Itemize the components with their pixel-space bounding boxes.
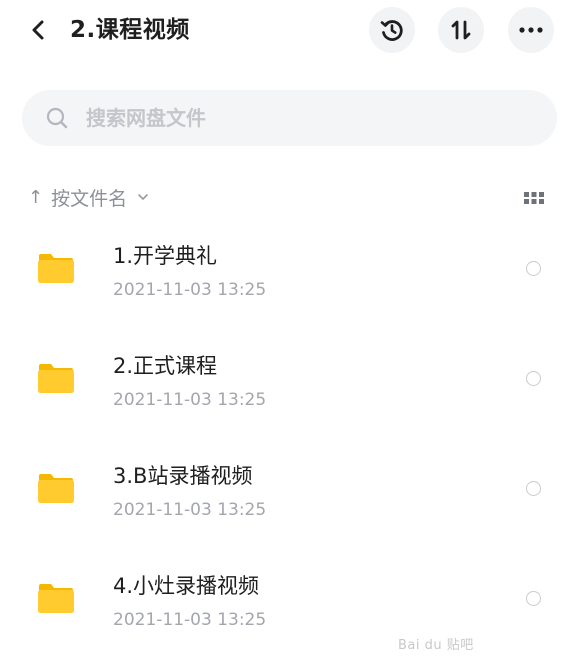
sort-button[interactable] bbox=[438, 7, 484, 53]
page-title: 2.课程视频 bbox=[70, 17, 190, 43]
watermark: Bai du 贴吧 bbox=[398, 638, 474, 653]
file-date: 2021-11-03 13:25 bbox=[113, 610, 267, 630]
select-radio[interactable] bbox=[526, 371, 541, 386]
file-date: 2021-11-03 13:25 bbox=[113, 280, 267, 300]
chevron-left-icon bbox=[32, 20, 44, 40]
folder-icon bbox=[38, 254, 74, 283]
search-bar[interactable] bbox=[22, 90, 557, 146]
grid-view-icon[interactable] bbox=[522, 188, 546, 208]
file-date: 2021-11-03 13:25 bbox=[113, 500, 267, 520]
select-radio[interactable] bbox=[526, 261, 541, 276]
file-date: 2021-11-03 13:25 bbox=[113, 390, 267, 410]
top-bar: 2.课程视频 bbox=[0, 0, 580, 62]
select-radio[interactable] bbox=[526, 591, 541, 606]
select-radio[interactable] bbox=[526, 481, 541, 496]
history-button[interactable] bbox=[369, 7, 415, 53]
sort-label: 按文件名 bbox=[51, 187, 128, 210]
folder-icon bbox=[38, 584, 74, 613]
more-button[interactable] bbox=[508, 7, 554, 53]
folder-icon bbox=[38, 364, 74, 393]
sort-arrows-icon bbox=[451, 20, 471, 40]
back-button[interactable] bbox=[22, 14, 54, 46]
file-row[interactable]: 1.开学典礼 2021-11-03 13:25 bbox=[0, 226, 580, 326]
history-icon bbox=[380, 20, 403, 41]
file-name: 1.开学典礼 bbox=[113, 244, 218, 268]
file-name: 3.B站录播视频 bbox=[113, 464, 253, 488]
chevron-down-icon bbox=[137, 190, 149, 205]
file-name: 4.小灶录播视频 bbox=[113, 574, 260, 598]
search-input[interactable] bbox=[82, 98, 540, 138]
sort-direction-arrow-icon: ↑ bbox=[28, 186, 44, 208]
file-row[interactable]: 4.小灶录播视频 2021-11-03 13:25 bbox=[0, 556, 580, 656]
file-row[interactable]: 3.B站录播视频 2021-11-03 13:25 bbox=[0, 446, 580, 546]
folder-icon bbox=[38, 474, 74, 503]
file-row[interactable]: 2.正式课程 2021-11-03 13:25 bbox=[0, 336, 580, 436]
search-icon bbox=[46, 107, 68, 129]
sort-selector[interactable]: ↑ 按文件名 bbox=[28, 182, 149, 212]
file-name: 2.正式课程 bbox=[113, 354, 218, 378]
more-horizontal-icon bbox=[519, 27, 543, 33]
